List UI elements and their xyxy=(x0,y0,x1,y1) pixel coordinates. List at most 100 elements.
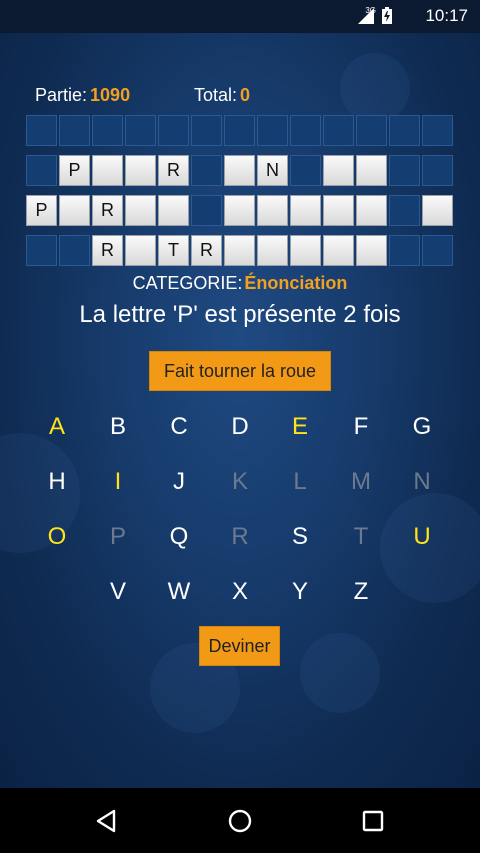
empty-cell xyxy=(356,115,387,146)
category-value: Énonciation xyxy=(244,273,348,293)
letter-key-z[interactable]: Z xyxy=(341,578,381,606)
letter-key-l: L xyxy=(293,468,307,495)
letter-tile xyxy=(92,155,123,186)
letter-tile xyxy=(125,195,156,226)
score-panel: Partie: 1090 Total: 0 xyxy=(35,85,460,107)
empty-cell xyxy=(389,115,420,146)
letter-tile xyxy=(257,235,288,266)
letter-tile xyxy=(158,195,189,226)
letter-tile xyxy=(224,195,255,226)
total-score: Total: 0 xyxy=(194,85,250,106)
empty-cell xyxy=(59,115,90,146)
letter-key-p: P xyxy=(109,523,126,550)
board-row: PR xyxy=(26,195,455,228)
empty-cell xyxy=(92,115,123,146)
empty-cell xyxy=(323,115,354,146)
letter-key-q[interactable]: Q xyxy=(159,523,199,551)
empty-cell xyxy=(26,115,57,146)
home-button[interactable] xyxy=(210,788,270,853)
letter-tile: T xyxy=(158,235,189,266)
letter-key-v[interactable]: V xyxy=(98,578,138,606)
letter-tile: N xyxy=(257,155,288,186)
letter-tile: R xyxy=(92,235,123,266)
empty-cell xyxy=(125,115,156,146)
letter-tile xyxy=(422,195,453,226)
back-icon xyxy=(96,809,116,832)
letter-key-c[interactable]: C xyxy=(159,413,199,441)
empty-cell xyxy=(191,115,222,146)
letter-key-y[interactable]: Y xyxy=(280,578,320,606)
letter-key-b[interactable]: B xyxy=(98,413,138,441)
letter-tile xyxy=(323,235,354,266)
recents-button[interactable] xyxy=(343,788,403,853)
status-message: La lettre 'P' est présente 2 fois xyxy=(79,301,401,328)
letter-key-a[interactable]: A xyxy=(37,413,77,441)
letter-key-m: M xyxy=(351,468,371,495)
empty-cell xyxy=(191,195,222,226)
letter-tile: P xyxy=(26,195,57,226)
letter-tile xyxy=(323,155,354,186)
empty-cell xyxy=(422,155,453,186)
empty-cell xyxy=(290,155,321,186)
total-score-value: 0 xyxy=(240,85,251,105)
letter-tile xyxy=(356,235,387,266)
letter-tile xyxy=(125,155,156,186)
letter-tile xyxy=(224,155,255,186)
board-row xyxy=(26,115,455,148)
letter-key-i[interactable]: I xyxy=(98,468,138,496)
letter-tile: R xyxy=(92,195,123,226)
letter-tile xyxy=(290,235,321,266)
letter-tile xyxy=(224,235,255,266)
letter-key-h[interactable]: H xyxy=(37,468,77,496)
home-icon xyxy=(228,809,252,832)
letter-tile xyxy=(323,195,354,226)
status-bar: 3G 10:17 xyxy=(0,0,480,33)
clock: 10:17 xyxy=(425,6,468,25)
letter-tile xyxy=(125,235,156,266)
letter-key-f[interactable]: F xyxy=(341,413,381,441)
back-button[interactable] xyxy=(76,788,136,853)
empty-cell xyxy=(389,155,420,186)
guess-button[interactable]: Deviner xyxy=(199,626,280,666)
empty-cell xyxy=(389,195,420,226)
empty-cell xyxy=(26,235,57,266)
letter-tile xyxy=(290,195,321,226)
letter-key-o[interactable]: O xyxy=(37,523,77,551)
letter-key-s[interactable]: S xyxy=(280,523,320,551)
empty-cell xyxy=(59,235,90,266)
empty-cell xyxy=(422,115,453,146)
category: CATEGORIE: Énonciation xyxy=(0,273,480,294)
letter-key-j[interactable]: J xyxy=(159,468,199,496)
letter-tile: P xyxy=(59,155,90,186)
game-screen: Partie: 1090 Total: 0 PRNPRRTR CATEGORIE: É… xyxy=(0,33,480,788)
empty-cell xyxy=(422,235,453,266)
letter-key-e[interactable]: E xyxy=(280,413,320,441)
letter-tile: R xyxy=(191,235,222,266)
letter-key-x[interactable]: X xyxy=(220,578,260,606)
letter-key-k: K xyxy=(231,468,248,495)
board-row: RTR xyxy=(26,235,455,268)
round-score: Partie: 1090 xyxy=(35,85,130,106)
round-score-label: Partie: xyxy=(35,85,88,105)
board-row: PRN xyxy=(26,155,455,188)
empty-cell xyxy=(158,115,189,146)
empty-cell xyxy=(26,155,57,186)
letter-key-w[interactable]: W xyxy=(159,578,199,606)
round-score-value: 1090 xyxy=(90,85,131,105)
letter-tile xyxy=(356,155,387,186)
empty-cell xyxy=(224,115,255,146)
signal-icon xyxy=(358,7,374,24)
letter-key-n: N xyxy=(413,468,431,495)
letter-key-d[interactable]: D xyxy=(220,413,260,441)
letter-key-g[interactable]: G xyxy=(402,413,442,441)
spin-wheel-button[interactable]: Fait tourner la roue xyxy=(149,351,331,391)
total-score-label: Total: xyxy=(194,85,238,105)
letter-tile xyxy=(59,195,90,226)
category-label: CATEGORIE: xyxy=(132,273,243,293)
empty-cell xyxy=(389,235,420,266)
letter-key-u[interactable]: U xyxy=(402,523,442,551)
letter-key-r: R xyxy=(231,523,249,550)
letter-tile: R xyxy=(158,155,189,186)
empty-cell xyxy=(290,115,321,146)
empty-cell xyxy=(257,115,288,146)
